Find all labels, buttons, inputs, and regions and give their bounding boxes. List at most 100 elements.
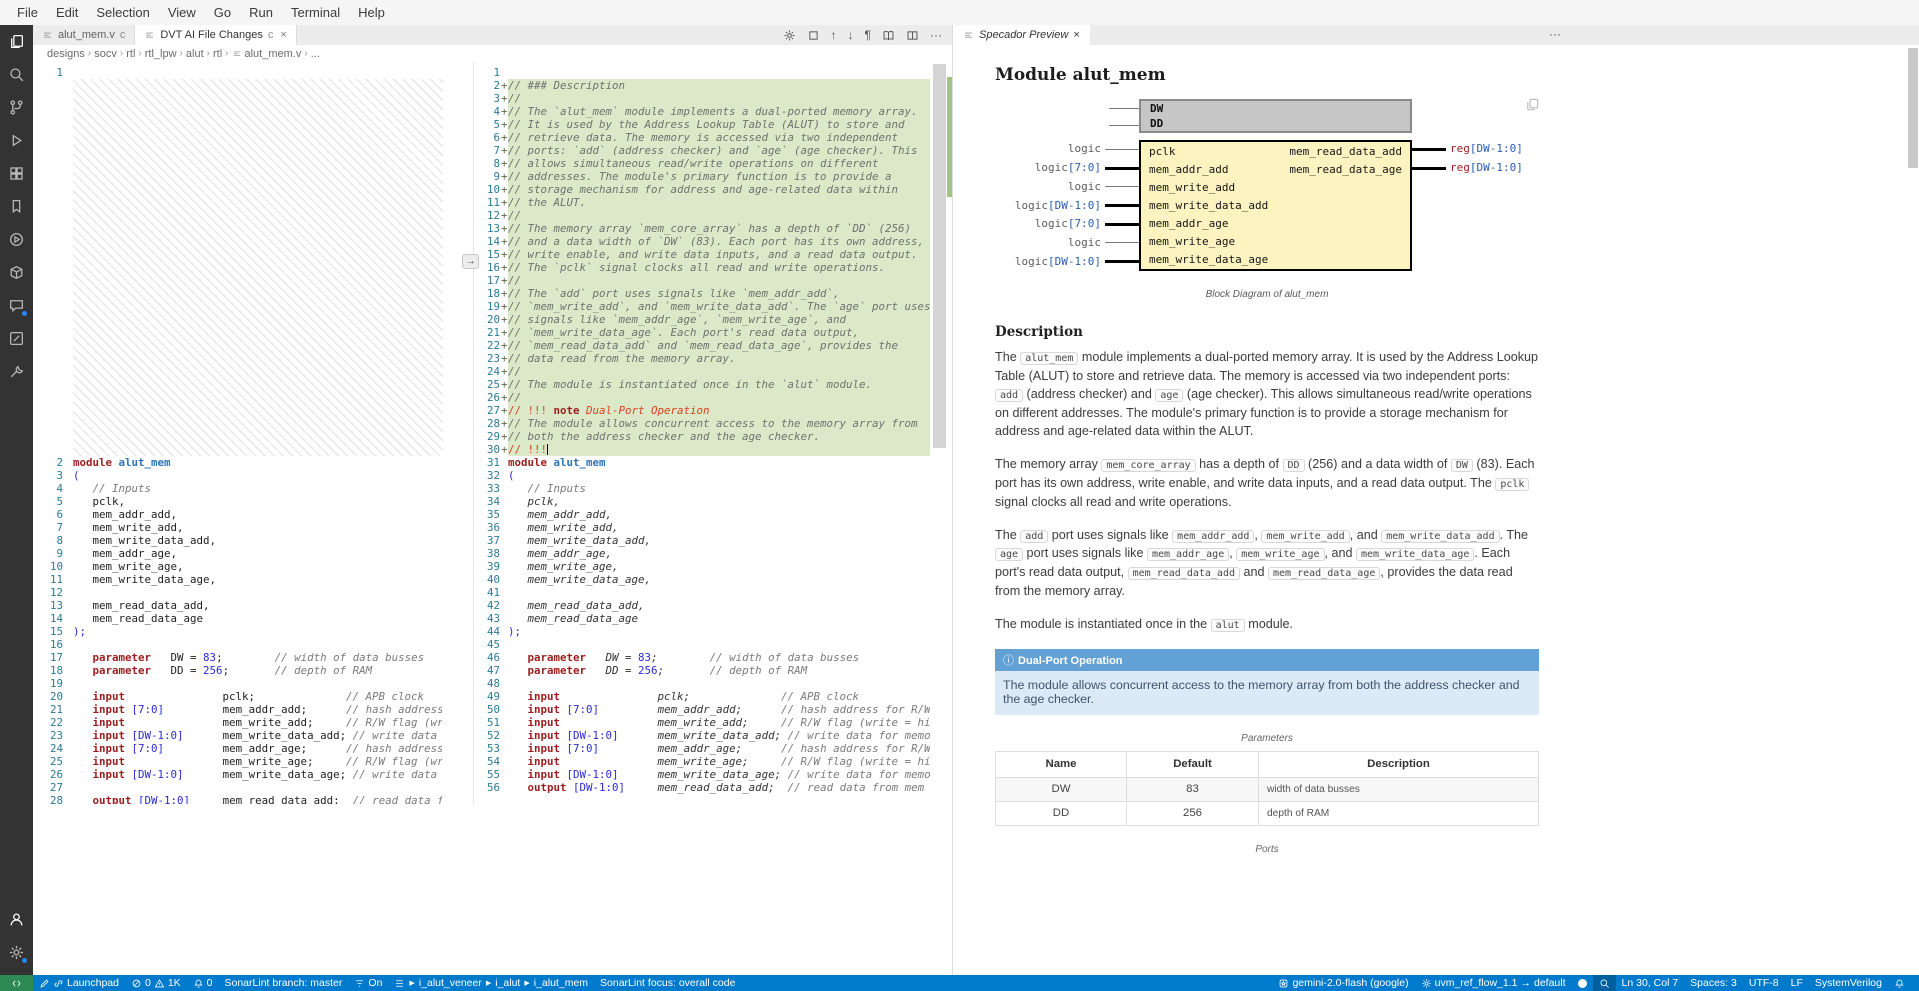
notifications-bell[interactable] — [1888, 975, 1911, 991]
code-line[interactable]: 10+// storage mechanism for address and … — [474, 183, 952, 196]
code-line[interactable]: 26+// — [474, 391, 952, 404]
code-line[interactable]: 3( — [33, 469, 473, 482]
preview-scrollbar-thumb[interactable] — [1908, 48, 1918, 168]
code-line[interactable]: 18+// The `add` port uses signals like `… — [474, 287, 952, 300]
code-line[interactable]: 50 input [7:0] mem_addr_add; // hash add… — [474, 703, 952, 716]
search-status-button[interactable] — [1593, 975, 1616, 991]
code-line[interactable]: 9+// addresses. The module's primary fun… — [474, 170, 952, 183]
revert-change-arrow-button[interactable]: → — [462, 254, 479, 269]
code-line[interactable]: 25+// The module is instantiated once in… — [474, 378, 952, 391]
ai-model[interactable]: gemini-2.0-flash (google) — [1272, 975, 1414, 991]
menu-edit[interactable]: Edit — [47, 2, 87, 23]
code-line[interactable]: 6 mem_addr_add, — [33, 508, 473, 521]
breadcrumb-item[interactable]: ... — [311, 48, 320, 60]
code-line[interactable]: 42 mem_read_data_add, — [474, 599, 952, 612]
code-line[interactable]: 45 — [474, 638, 952, 651]
close-icon[interactable]: × — [1073, 29, 1079, 41]
code-line[interactable]: 1 — [474, 66, 952, 79]
tab-dvt-ai-file-changes[interactable]: DVT AI File Changesc× — [135, 25, 296, 45]
code-line[interactable]: 35 mem_addr_add, — [474, 508, 952, 521]
code-line[interactable]: 24 input [7:0] mem_addr_age; // hash add… — [33, 742, 473, 755]
code-line[interactable]: 14+// and a data width of `DW` (83). Eac… — [474, 235, 952, 248]
breadcrumb-item[interactable]: rtl — [126, 48, 135, 60]
code-line[interactable]: 19 — [33, 677, 473, 690]
code-line[interactable]: 18 parameter DD = 256; // depth of RAM — [33, 664, 473, 677]
code-line[interactable]: 12 — [33, 586, 473, 599]
code-line[interactable]: 24+// — [474, 365, 952, 378]
gear-icon[interactable] — [783, 29, 796, 42]
code-line[interactable]: 11 mem_write_data_age, — [33, 573, 473, 586]
activity-search-icon[interactable] — [0, 58, 33, 91]
code-line[interactable]: 1 — [33, 66, 473, 79]
code-line[interactable]: 54 input mem_write_age; // R/W flag (wri… — [474, 755, 952, 768]
menu-selection[interactable]: Selection — [87, 2, 158, 23]
encoding[interactable]: UTF-8 — [1743, 975, 1785, 991]
code-line[interactable]: 8 mem_write_data_add, — [33, 534, 473, 547]
activity-comment-icon[interactable] — [0, 289, 33, 322]
more-icon[interactable]: ··· — [930, 28, 942, 42]
code-line[interactable]: 13 mem_read_data_add, — [33, 599, 473, 612]
activity-play-circle-icon[interactable] — [0, 223, 33, 256]
book-icon[interactable] — [882, 29, 895, 42]
code-line[interactable]: 15); — [33, 625, 473, 638]
code-line[interactable]: 2+// ### Description — [474, 79, 952, 92]
code-line[interactable]: 31module alut_mem — [474, 456, 952, 469]
code-line[interactable]: 26 input [DW-1:0] mem_write_data_age; //… — [33, 768, 473, 781]
code-line[interactable]: 44); — [474, 625, 952, 638]
panel-more-actions-icon[interactable]: ··· — [1549, 27, 1561, 41]
activity-bookmark-icon[interactable] — [0, 190, 33, 223]
code-line[interactable]: 55 input [DW-1:0] mem_write_data_age; //… — [474, 768, 952, 781]
close-icon[interactable]: × — [280, 29, 286, 41]
arrow-down-icon[interactable]: ↓ — [848, 28, 854, 42]
menu-terminal[interactable]: Terminal — [282, 2, 349, 23]
code-line[interactable]: 17+// — [474, 274, 952, 287]
breadcrumb-item[interactable]: socv — [94, 48, 117, 60]
code-line[interactable]: 56 output [DW-1:0] mem_read_data_add; //… — [474, 781, 952, 794]
code-line[interactable]: 23 input [DW-1:0] mem_write_data_add; //… — [33, 729, 473, 742]
menu-help[interactable]: Help — [349, 2, 394, 23]
code-line[interactable]: 49 input pclk; // APB clock — [474, 690, 952, 703]
code-line[interactable]: 20 input pclk; // APB clock — [33, 690, 473, 703]
code-line[interactable]: 53 input [7:0] mem_addr_age; // hash add… — [474, 742, 952, 755]
activity-gear-icon[interactable] — [0, 936, 33, 969]
code-line[interactable]: 21+// `mem_write_data_age`. Each port's … — [474, 326, 952, 339]
code-line[interactable]: 5+// It is used by the Address Lookup Ta… — [474, 118, 952, 131]
code-line[interactable]: 28+// The module allows concurrent acces… — [474, 417, 952, 430]
code-line[interactable]: 19+// `mem_write_add`, and `mem_write_da… — [474, 300, 952, 313]
code-line[interactable]: 25 input mem_write_age; // R/W flag (wri… — [33, 755, 473, 768]
square-icon[interactable] — [807, 29, 820, 42]
cursor-position[interactable]: Ln 30, Col 7 — [1616, 975, 1685, 991]
split-icon[interactable] — [906, 29, 919, 42]
code-line[interactable]: 2module alut_mem — [33, 456, 473, 469]
code-line[interactable]: 15+// write enable, and write data input… — [474, 248, 952, 261]
code-line[interactable]: 13+// The memory array `mem_core_array` … — [474, 222, 952, 235]
code-line[interactable]: 41 — [474, 586, 952, 599]
code-line[interactable]: 36 mem_write_add, — [474, 521, 952, 534]
preview-content[interactable]: Module alut_mem DWDDpclkmem_read_data_ad… — [953, 45, 1919, 975]
code-line[interactable]: 9 mem_addr_age, — [33, 547, 473, 560]
code-line[interactable]: 7 mem_write_add, — [33, 521, 473, 534]
code-line[interactable]: 7+// ports: `add` (address checker) and … — [474, 144, 952, 157]
editor-scrollbar[interactable] — [930, 62, 952, 804]
code-line[interactable]: 43 mem_read_data_age — [474, 612, 952, 625]
code-line[interactable]: 47 parameter DD = 256; // depth of RAM — [474, 664, 952, 677]
tab-alut-mem-v[interactable]: alut_mem.vc — [33, 25, 135, 45]
indentation[interactable]: Spaces: 3 — [1684, 975, 1743, 991]
menu-view[interactable]: View — [159, 2, 205, 23]
activity-files-icon[interactable] — [0, 25, 33, 58]
code-line[interactable]: 3+// — [474, 92, 952, 105]
activity-package-icon[interactable] — [0, 256, 33, 289]
code-line[interactable]: 14 mem_read_data_age — [33, 612, 473, 625]
diff-original-pane[interactable]: 12module alut_mem3(4 // Inputs5 pclk,6 m… — [33, 62, 474, 804]
activity-run-debug-icon[interactable] — [0, 124, 33, 157]
code-line[interactable]: 21 input [7:0] mem_addr_add; // hash add… — [33, 703, 473, 716]
breadcrumb-item[interactable]: designs — [47, 48, 85, 60]
activity-edit-icon[interactable] — [0, 322, 33, 355]
arrow-up-icon[interactable]: ↑ — [831, 28, 837, 42]
language-mode[interactable]: SystemVerilog — [1809, 975, 1888, 991]
code-line[interactable]: 4 // Inputs — [33, 482, 473, 495]
code-line[interactable]: 23+// data read from the memory array. — [474, 352, 952, 365]
code-line[interactable]: 39 mem_write_age, — [474, 560, 952, 573]
eol-sequence[interactable]: LF — [1785, 975, 1809, 991]
code-line[interactable]: 38 mem_addr_age, — [474, 547, 952, 560]
